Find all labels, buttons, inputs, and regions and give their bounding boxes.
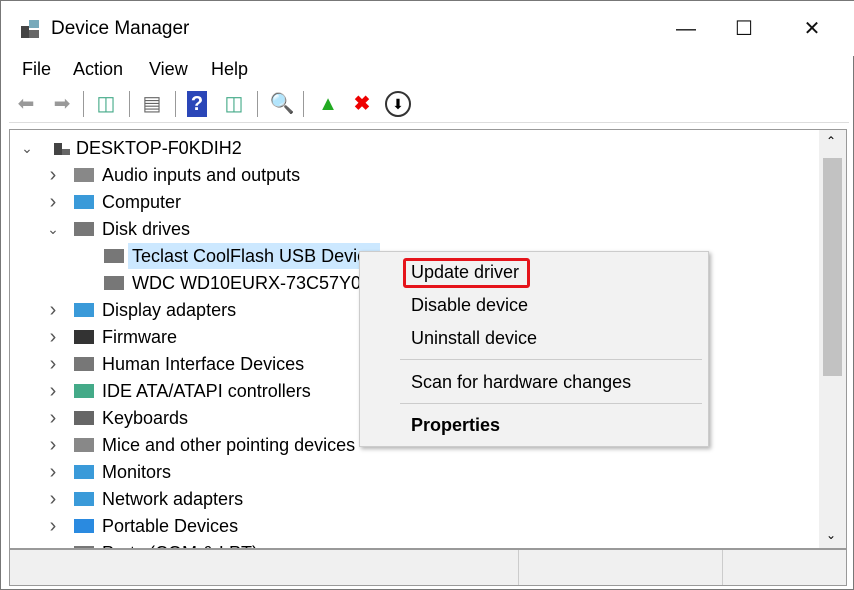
- computer-icon: [54, 143, 70, 155]
- maximize-button[interactable]: ☐: [719, 11, 769, 47]
- chevron-right-icon[interactable]: ›: [46, 162, 60, 188]
- show-hide-console-tree-icon[interactable]: ◫: [93, 91, 119, 117]
- menu-bar: File Action View Help: [1, 56, 854, 84]
- device-icon: [74, 492, 94, 506]
- scroll-down-icon[interactable]: ⌄: [826, 528, 836, 542]
- toolbar: ⬅ ➡ ◫ ▤ ? ◫ 🔍 ▲ ✖ ⬇: [9, 87, 849, 123]
- properties-icon[interactable]: ▤: [139, 91, 165, 117]
- menu-item-scan-hardware[interactable]: Scan for hardware changes: [411, 372, 631, 393]
- device-icon: [74, 357, 94, 371]
- chevron-down-icon[interactable]: ⌄: [20, 135, 34, 161]
- minimize-button[interactable]: —: [661, 11, 711, 47]
- scan-hardware-icon[interactable]: 🔍: [269, 91, 295, 117]
- back-icon[interactable]: ⬅: [13, 91, 39, 117]
- device-icon: [74, 438, 94, 452]
- menu-item-update-driver[interactable]: Update driver: [411, 262, 519, 283]
- uninstall-icon[interactable]: ✖: [349, 91, 375, 117]
- disable-device-icon[interactable]: ⬇: [385, 91, 411, 117]
- update-driver-icon[interactable]: ▲: [315, 91, 341, 117]
- device-icon: [74, 330, 94, 344]
- device-icon: [104, 276, 124, 290]
- status-bar: [9, 549, 847, 586]
- window-title: Device Manager: [51, 18, 190, 39]
- chevron-right-icon[interactable]: ›: [46, 540, 60, 548]
- chevron-right-icon[interactable]: ›: [46, 324, 60, 350]
- menu-item-disable-device[interactable]: Disable device: [411, 295, 528, 316]
- device-icon: [74, 222, 94, 236]
- chevron-right-icon[interactable]: ›: [46, 405, 60, 431]
- device-icon: [104, 249, 124, 263]
- menu-item-uninstall-device[interactable]: Uninstall device: [411, 328, 537, 349]
- menu-action[interactable]: Action: [73, 59, 123, 80]
- chevron-right-icon[interactable]: ›: [46, 459, 60, 485]
- action-pane-icon[interactable]: ◫: [221, 91, 247, 117]
- device-icon: [74, 168, 94, 182]
- device-icon: [74, 411, 94, 425]
- device-icon: [74, 303, 94, 317]
- device-icon: [74, 195, 94, 209]
- chevron-right-icon[interactable]: ›: [46, 351, 60, 377]
- scrollbar-thumb[interactable]: [823, 158, 842, 376]
- menu-item-properties[interactable]: Properties: [411, 415, 500, 436]
- title-bar: Device Manager — ☐ ✕: [1, 1, 854, 56]
- chevron-down-icon[interactable]: ⌄: [46, 216, 60, 242]
- device-icon: [74, 465, 94, 479]
- help-icon[interactable]: ?: [187, 91, 207, 117]
- device-icon: [74, 519, 94, 533]
- menu-view[interactable]: View: [149, 59, 188, 80]
- chevron-right-icon[interactable]: ›: [46, 486, 60, 512]
- chevron-right-icon[interactable]: ›: [46, 378, 60, 404]
- context-menu: Update driver Disable device Uninstall d…: [359, 251, 709, 447]
- close-button[interactable]: ✕: [787, 11, 837, 47]
- device-manager-icon: [21, 20, 39, 38]
- scroll-up-icon[interactable]: ⌃: [826, 134, 836, 148]
- forward-icon[interactable]: ➡: [49, 91, 75, 117]
- chevron-right-icon[interactable]: ›: [46, 513, 60, 539]
- menu-file[interactable]: File: [22, 59, 51, 80]
- vertical-scrollbar[interactable]: ⌃ ⌄: [819, 130, 846, 548]
- chevron-right-icon[interactable]: ›: [46, 297, 60, 323]
- device-icon: [74, 384, 94, 398]
- menu-help[interactable]: Help: [211, 59, 248, 80]
- chevron-right-icon[interactable]: ›: [46, 432, 60, 458]
- chevron-right-icon[interactable]: ›: [46, 189, 60, 215]
